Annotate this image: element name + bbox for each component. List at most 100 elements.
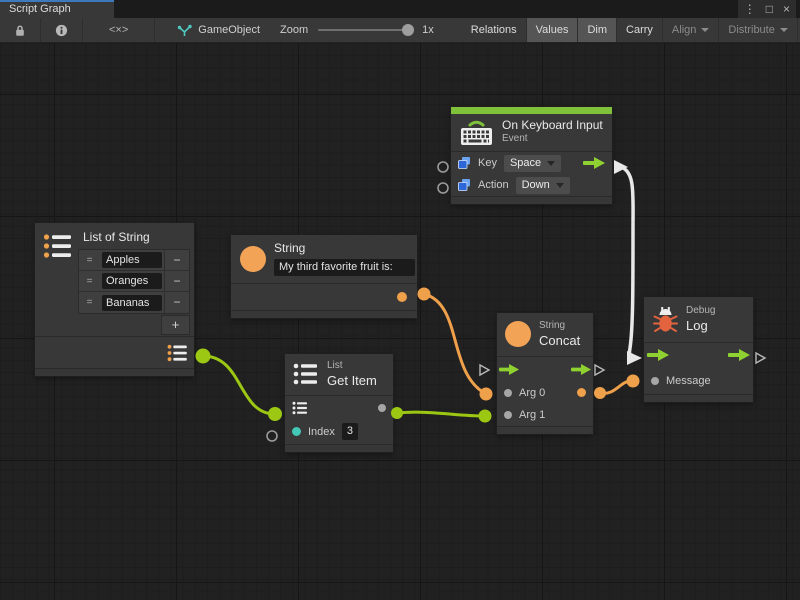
key-dropdown[interactable]: Space	[504, 155, 561, 172]
enter-connector-arrowhead[interactable]	[627, 351, 642, 365]
key-label: Key	[478, 157, 497, 169]
remove-item-button[interactable]: −	[164, 292, 189, 313]
message-label: Message	[666, 375, 711, 387]
action-label: Action	[478, 179, 509, 191]
drag-handle[interactable]: =	[79, 297, 100, 308]
index-input[interactable]: 3	[342, 423, 358, 440]
node-header: On Keyboard Input Event	[451, 114, 612, 151]
action-unconnected-port[interactable]	[438, 183, 448, 193]
maximize-icon[interactable]: □	[766, 2, 773, 16]
code-icon: <×>	[109, 24, 128, 36]
index-unconnected-port[interactable]	[267, 431, 277, 441]
message-input-port[interactable]	[651, 377, 659, 385]
node-footer	[644, 394, 753, 402]
node-get-item[interactable]: List Get Item Index 3	[285, 354, 393, 452]
result-output-port[interactable]	[577, 388, 586, 397]
zoom-slider-handle[interactable]	[402, 24, 414, 36]
values-button[interactable]: Values	[527, 18, 579, 42]
node-footer	[231, 310, 417, 318]
concat-arg0-connector[interactable]	[480, 388, 493, 401]
lock-button[interactable]	[0, 18, 41, 42]
list-input-row	[285, 396, 393, 420]
log-message-connector[interactable]	[627, 375, 640, 388]
add-item-button[interactable]: +	[161, 315, 190, 335]
message-row: Message	[644, 368, 753, 394]
relations-button[interactable]: Relations	[462, 18, 527, 42]
string-output-connector[interactable]	[418, 288, 431, 301]
graph-canvas[interactable]: On Keyboard Input Event Key Space	[0, 43, 800, 600]
align-button[interactable]: Align	[663, 18, 719, 42]
remove-item-button[interactable]: −	[164, 250, 189, 270]
chevron-down-icon	[701, 28, 709, 32]
action-value: Down	[522, 178, 550, 193]
drag-handle[interactable]: =	[79, 255, 100, 266]
distribute-label: Distribute	[728, 24, 774, 36]
node-footer	[285, 444, 393, 452]
tab-script-graph[interactable]: Script Graph	[0, 0, 114, 18]
control-row	[497, 357, 593, 382]
node-header: String Concat	[497, 313, 593, 356]
int-type-icon	[292, 427, 301, 436]
trigger-source-connector[interactable]	[614, 160, 628, 174]
titlebar: Script Graph ⋮ □ ×	[0, 0, 800, 18]
info-icon	[55, 24, 68, 37]
info-button[interactable]	[41, 18, 83, 42]
list-item-row: = Bananas −	[79, 292, 189, 313]
enter-port-arrow[interactable]	[647, 349, 669, 361]
node-string-literal[interactable]: String My third favorite fruit is:	[231, 235, 417, 318]
node-list-of-string[interactable]: List of String = Apples − = Oranges − = …	[35, 223, 194, 376]
list-item-input[interactable]: Bananas	[102, 295, 162, 311]
list-add-row: +	[78, 314, 190, 336]
exit-port-arrow[interactable]	[571, 364, 591, 375]
gameobject-breadcrumb[interactable]: GameObject	[155, 18, 270, 42]
concat-arg1-connector[interactable]	[479, 410, 492, 423]
distribute-button[interactable]: Distribute	[719, 18, 797, 42]
enter-port-arrow[interactable]	[499, 364, 519, 375]
window-menu-icon[interactable]: ⋮	[744, 2, 756, 16]
string-output-port[interactable]	[397, 292, 407, 302]
node-on-keyboard-input[interactable]: On Keyboard Input Event Key Space	[451, 107, 612, 204]
string-type-icon	[240, 246, 266, 272]
key-value: Space	[510, 156, 541, 171]
toolbar-spacer	[444, 18, 462, 42]
concat-exit-unconnected[interactable]	[595, 365, 604, 375]
concat-result-connector[interactable]	[594, 387, 606, 399]
list-output-connector[interactable]	[196, 349, 211, 364]
key-port-row: Key Space	[451, 152, 612, 174]
concat-enter-unconnected[interactable]	[480, 365, 489, 375]
node-category: Debug	[686, 305, 715, 318]
node-debug-log[interactable]: Debug Log Message	[644, 297, 753, 402]
list-item-input[interactable]: Oranges	[102, 273, 162, 289]
remove-item-button[interactable]: −	[164, 271, 189, 291]
arg1-input-port[interactable]	[504, 411, 512, 419]
drag-handle[interactable]: =	[79, 276, 100, 287]
node-title: Log	[686, 318, 715, 334]
arg0-input-port[interactable]	[504, 389, 512, 397]
list-item-row: = Oranges −	[79, 271, 189, 292]
string-output-row	[231, 284, 417, 310]
node-string-concat[interactable]: String Concat Arg 0	[497, 313, 593, 434]
close-icon[interactable]: ×	[783, 2, 790, 16]
list-icon	[293, 362, 319, 386]
edit-code-button[interactable]: <×>	[83, 18, 155, 42]
carry-button[interactable]: Carry	[617, 18, 663, 42]
key-unconnected-port[interactable]	[438, 162, 448, 172]
lock-icon	[14, 24, 26, 37]
trigger-output-arrow[interactable]	[583, 157, 605, 169]
event-accent-bar	[451, 107, 612, 114]
window-controls: ⋮ □ ×	[738, 0, 796, 18]
string-value-input[interactable]: My third favorite fruit is:	[274, 259, 415, 276]
exit-port-arrow[interactable]	[728, 349, 750, 361]
dim-button[interactable]: Dim	[578, 18, 617, 42]
node-footer	[35, 368, 194, 376]
wire-keyboard-to-log	[621, 167, 634, 358]
item-output-port[interactable]	[378, 404, 386, 412]
log-exit-unconnected[interactable]	[756, 353, 765, 363]
zoom-slider-track[interactable]	[318, 29, 410, 31]
list-item-row: = Apples −	[79, 250, 189, 271]
node-subtitle: Event	[502, 133, 603, 146]
node-footer	[497, 426, 593, 434]
getitem-list-input-connector[interactable]	[268, 407, 282, 421]
list-item-input[interactable]: Apples	[102, 252, 162, 268]
action-dropdown[interactable]: Down	[516, 177, 570, 194]
